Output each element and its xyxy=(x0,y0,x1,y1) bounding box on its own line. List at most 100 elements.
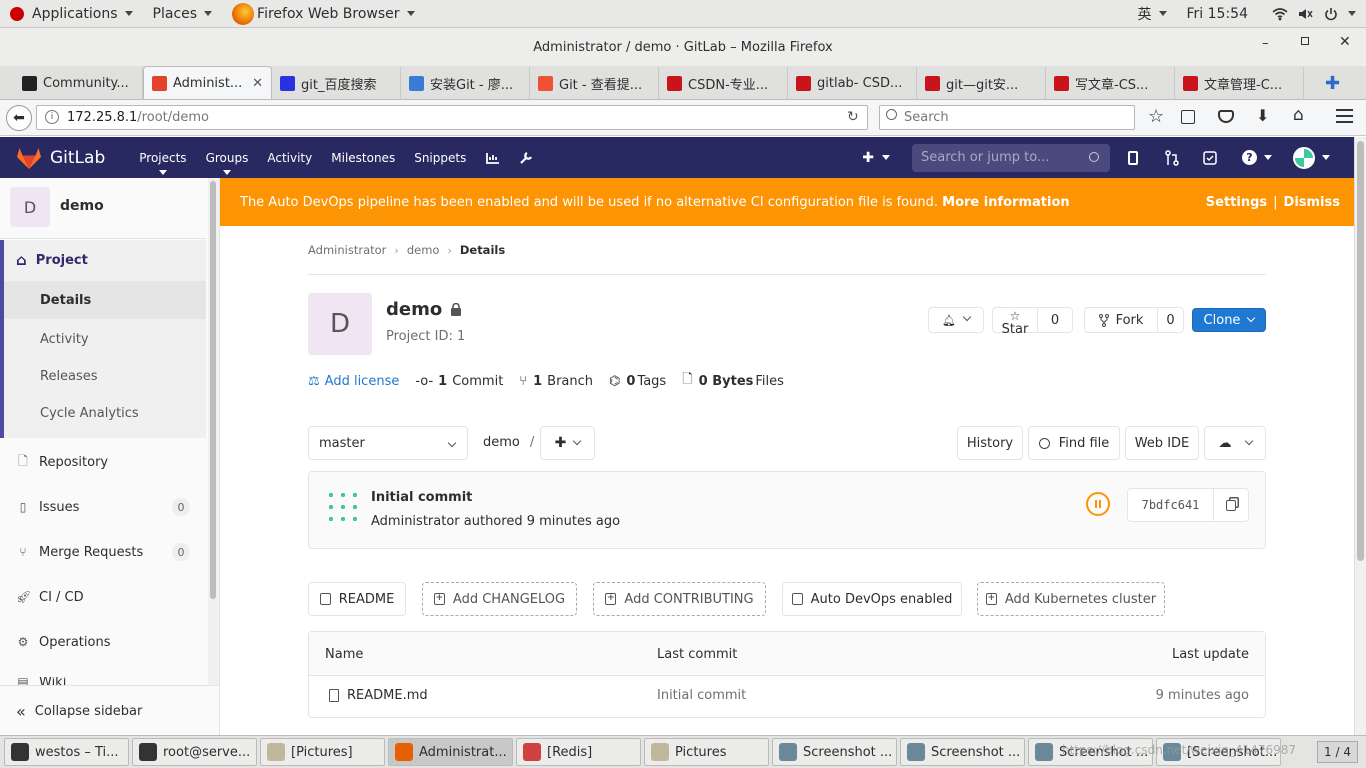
close-window-icon[interactable]: ✕ xyxy=(1339,34,1351,50)
taskbar-window[interactable]: root@serve... xyxy=(132,738,257,766)
banner-dismiss-link[interactable]: Dismiss xyxy=(1284,195,1340,210)
commits-link[interactable]: -o- 1 Commit xyxy=(415,374,503,389)
browser-tab[interactable]: Git - 查看提... xyxy=(530,67,659,99)
maximize-icon[interactable] xyxy=(1301,37,1309,45)
nav-groups[interactable]: Groups xyxy=(206,151,248,175)
wrench-icon[interactable] xyxy=(518,150,534,166)
nav-milestones[interactable]: Milestones xyxy=(331,151,395,165)
clock[interactable]: Fri 15:54 xyxy=(1177,0,1258,28)
shortcut-add-kubernetes-cluster[interactable]: + Add Kubernetes cluster xyxy=(977,582,1165,616)
banner-settings-link[interactable]: Settings xyxy=(1206,195,1267,210)
star-button[interactable]: ☆ Star xyxy=(992,307,1038,337)
taskbar-window[interactable]: [Pictures] xyxy=(260,738,385,766)
history-button[interactable]: History xyxy=(957,426,1023,460)
shortcut-auto-devops-enabled[interactable]: Auto DevOps enabled xyxy=(782,582,962,616)
branches-link[interactable]: ⑂ 1 Branch xyxy=(519,374,593,389)
back-icon[interactable]: ⬅ xyxy=(6,105,32,131)
sidebar-item-operations[interactable]: ⚙ Operations xyxy=(0,632,206,652)
file-last-commit-link[interactable]: Initial commit xyxy=(657,688,746,703)
clone-button[interactable]: Clone xyxy=(1192,308,1266,332)
sidebar-toggle-icon[interactable] xyxy=(1128,150,1138,165)
sidebar-scrollbar-thumb[interactable] xyxy=(210,181,216,599)
sidebar-item-repository[interactable]: 🗋︎ Repository xyxy=(0,452,206,472)
nav-projects[interactable]: Projects xyxy=(139,151,187,175)
sidebar-project-name[interactable]: demo xyxy=(60,198,104,214)
taskbar-window[interactable]: Screenshot ... xyxy=(772,738,897,766)
browser-tab[interactable]: git_百度搜索 xyxy=(272,67,401,99)
file-name-link[interactable]: README.md xyxy=(347,688,428,703)
gitlab-search-input[interactable]: Search or jump to... xyxy=(912,143,1110,172)
browser-tab[interactable]: Community... xyxy=(14,67,143,99)
sidebar-item-details[interactable]: Details xyxy=(4,281,206,319)
nav-snippets[interactable]: Snippets xyxy=(414,151,466,165)
shortcut-add-changelog[interactable]: + Add CHANGELOG xyxy=(422,582,577,616)
download-dropdown[interactable]: ☁ xyxy=(1204,426,1266,460)
sidebar-scrollbar[interactable] xyxy=(208,178,219,685)
sidebar-project-avatar[interactable]: D xyxy=(10,187,50,227)
new-item-plus-icon[interactable]: ✚ xyxy=(862,150,874,166)
breadcrumb-item[interactable]: demo xyxy=(407,243,440,257)
places-menu[interactable]: Places xyxy=(143,0,223,28)
taskbar-window[interactable]: [Redis] xyxy=(516,738,641,766)
merge-request-icon[interactable] xyxy=(1165,149,1179,166)
taskbar-window[interactable]: westos – Ti... xyxy=(4,738,129,766)
browser-tab[interactable]: 写文章-CS... xyxy=(1046,67,1175,99)
sidebar-item-cycle-analytics[interactable]: Cycle Analytics xyxy=(4,394,206,432)
web-ide-button[interactable]: Web IDE xyxy=(1125,426,1199,460)
shortcut-readme[interactable]: README xyxy=(308,582,406,616)
star-count[interactable]: 0 xyxy=(1037,307,1073,333)
home-icon[interactable]: ⌂ xyxy=(1293,105,1304,125)
fork-count[interactable]: 0 xyxy=(1157,307,1184,333)
minimize-icon[interactable]: – xyxy=(1262,36,1269,51)
repo-path[interactable]: demo / xyxy=(483,435,534,450)
commit-title-link[interactable]: Initial commit xyxy=(371,490,472,505)
taskbar-window[interactable]: Administrat... xyxy=(388,738,513,766)
system-status-menu[interactable] xyxy=(1262,0,1366,28)
browser-tab[interactable]: gitlab- CSD... xyxy=(788,67,917,99)
collapse-sidebar-button[interactable]: « Collapse sidebar xyxy=(0,701,206,721)
commit-author-avatar[interactable] xyxy=(325,489,361,525)
input-method-menu[interactable]: 英 xyxy=(1128,0,1177,28)
nav-activity[interactable]: Activity xyxy=(267,151,312,165)
new-tab-icon[interactable]: ✚ xyxy=(1325,73,1340,94)
taskbar-window[interactable]: Screenshot ... xyxy=(900,738,1025,766)
add-license-link[interactable]: ⚖ Add license xyxy=(308,374,399,389)
admin-area-icon[interactable] xyxy=(485,151,501,165)
download-icon[interactable]: ⬇ xyxy=(1256,106,1269,125)
page-scrollbar-thumb[interactable] xyxy=(1357,141,1364,561)
user-avatar[interactable] xyxy=(1293,146,1315,169)
tags-link[interactable]: ⌬ 0 Tags xyxy=(609,374,666,389)
page-scrollbar[interactable] xyxy=(1354,137,1366,735)
sidebar-item-ci-cd[interactable]: 🚀︎ CI / CD xyxy=(0,587,206,607)
reload-icon[interactable]: ↻ xyxy=(847,109,859,125)
site-info-icon[interactable]: i xyxy=(45,110,59,124)
pocket-icon[interactable] xyxy=(1218,110,1234,123)
breadcrumb-item[interactable]: Administrator xyxy=(308,243,386,257)
browser-tab[interactable]: git—git安... xyxy=(917,67,1046,99)
shortcut-add-contributing[interactable]: + Add CONTRIBUTING xyxy=(593,582,766,616)
commit-author-link[interactable]: Administrator xyxy=(371,514,460,529)
commit-sha[interactable]: 7bdfc641 xyxy=(1127,488,1214,522)
hamburger-menu-icon[interactable] xyxy=(1336,109,1353,123)
browser-tab[interactable]: 文章管理-C... xyxy=(1175,67,1304,99)
applications-menu[interactable]: Applications xyxy=(0,0,143,28)
active-app-menu[interactable]: Firefox Web Browser xyxy=(222,0,425,28)
browser-tab[interactable]: 安装Git - 廖... xyxy=(401,67,530,99)
pipeline-paused-status-icon[interactable] xyxy=(1086,492,1110,516)
fork-button[interactable]: Fork xyxy=(1084,307,1158,333)
sidebar-item-releases[interactable]: Releases xyxy=(4,357,206,395)
sidebar-item-activity[interactable]: Activity xyxy=(4,320,206,358)
table-row[interactable]: README.md Initial commit 9 minutes ago xyxy=(309,676,1265,718)
taskbar-window[interactable]: Pictures xyxy=(644,738,769,766)
reading-list-icon[interactable] xyxy=(1181,110,1195,124)
add-to-tree-dropdown[interactable]: ✚ xyxy=(540,426,595,460)
help-icon[interactable]: ? xyxy=(1242,150,1257,165)
branch-selector[interactable]: master xyxy=(308,426,468,460)
find-file-button[interactable]: Find file xyxy=(1028,426,1120,460)
banner-more-information-link[interactable]: More information xyxy=(942,195,1070,210)
workspace-indicator[interactable]: 1 / 4 xyxy=(1317,741,1358,763)
bookmark-star-icon[interactable]: ☆ xyxy=(1148,106,1164,127)
browser-tab[interactable]: CSDN-专业... xyxy=(659,67,788,99)
gitlab-logo[interactable]: GitLab xyxy=(16,146,105,170)
sidebar-item-project[interactable]: ⌂ Project xyxy=(0,250,206,270)
